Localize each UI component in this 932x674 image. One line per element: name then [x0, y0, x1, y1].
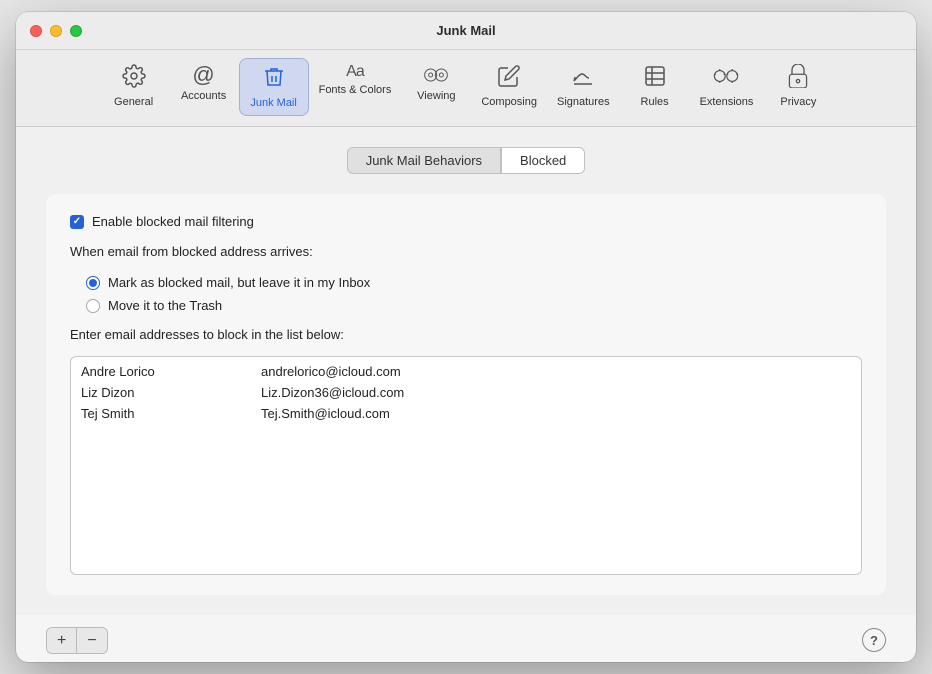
at-icon: @ — [192, 64, 214, 86]
contact-email-1: Liz.Dizon36@icloud.com — [261, 385, 404, 400]
toolbar-item-general[interactable]: General — [99, 58, 169, 116]
toolbar-item-junk-mail-label: Junk Mail — [250, 97, 296, 109]
main-content: Junk Mail Behaviors Blocked Enable block… — [16, 127, 916, 615]
add-remove-controls: + − — [46, 627, 108, 654]
minimize-button[interactable] — [50, 25, 62, 37]
toolbar-item-signatures[interactable]: Signatures — [547, 58, 620, 116]
junk-mail-icon — [262, 65, 286, 93]
enable-filtering-checkbox[interactable] — [70, 215, 84, 229]
toolbar-item-general-label: General — [114, 96, 153, 108]
add-button[interactable]: + — [47, 628, 77, 653]
close-button[interactable] — [30, 25, 42, 37]
toolbar-item-junk-mail[interactable]: Junk Mail — [239, 58, 309, 116]
fonts-icon: Aa — [346, 64, 364, 80]
radio-group: Mark as blocked mail, but leave it in my… — [70, 275, 862, 313]
radio-mark-blocked[interactable] — [86, 276, 100, 290]
toolbar-item-fonts-label: Fonts & Colors — [319, 84, 392, 96]
toolbar-item-privacy[interactable]: Privacy — [763, 58, 833, 116]
enable-filtering-label: Enable blocked mail filtering — [92, 214, 254, 229]
enable-filtering-row: Enable blocked mail filtering — [70, 214, 862, 229]
blocked-section: Enable blocked mail filtering When email… — [46, 194, 886, 595]
when-arrives-label: When email from blocked address arrives: — [70, 243, 862, 261]
tab-blocked[interactable]: Blocked — [501, 147, 585, 174]
toolbar-item-composing[interactable]: Composing — [471, 58, 547, 116]
toolbar-item-composing-label: Composing — [481, 96, 537, 108]
toolbar-item-viewing-label: Viewing — [417, 90, 455, 102]
tab-junk-mail-behaviors[interactable]: Junk Mail Behaviors — [347, 147, 501, 174]
blocked-list[interactable]: Andre Lorico andrelorico@icloud.com Liz … — [70, 356, 862, 575]
main-window: Junk Mail General @ Accounts — [16, 12, 916, 662]
blocked-list-inner: Andre Lorico andrelorico@icloud.com Liz … — [71, 357, 861, 428]
radio-mark-blocked-row: Mark as blocked mail, but leave it in my… — [86, 275, 862, 290]
list-item[interactable]: Liz Dizon Liz.Dizon36@icloud.com — [71, 382, 861, 403]
window-title: Junk Mail — [436, 23, 495, 38]
toolbar-item-privacy-label: Privacy — [780, 96, 816, 108]
toolbar-item-fonts-colors[interactable]: Aa Fonts & Colors — [309, 58, 402, 116]
gear-icon — [122, 64, 146, 92]
radio-move-trash-row: Move it to the Trash — [86, 298, 862, 313]
window-controls — [30, 25, 82, 37]
extensions-icon — [712, 64, 740, 92]
viewing-icon — [424, 64, 448, 86]
privacy-icon — [787, 64, 809, 92]
list-label: Enter email addresses to block in the li… — [70, 327, 862, 342]
signatures-icon — [571, 64, 595, 92]
toolbar-item-rules[interactable]: Rules — [620, 58, 690, 116]
titlebar: Junk Mail — [16, 12, 916, 50]
toolbar-item-accounts-label: Accounts — [181, 90, 226, 102]
contact-name-1: Liz Dizon — [81, 385, 221, 400]
composing-icon — [497, 64, 521, 92]
zoom-button[interactable] — [70, 25, 82, 37]
toolbar-item-viewing[interactable]: Viewing — [401, 58, 471, 116]
rules-icon — [643, 64, 667, 92]
radio-mark-blocked-label: Mark as blocked mail, but leave it in my… — [108, 275, 370, 290]
contact-name-2: Tej Smith — [81, 406, 221, 421]
toolbar: General @ Accounts Junk Mail Aa Fonts & … — [16, 50, 916, 127]
radio-move-trash-label: Move it to the Trash — [108, 298, 222, 313]
contact-email-2: Tej.Smith@icloud.com — [261, 406, 390, 421]
toolbar-item-accounts[interactable]: @ Accounts — [169, 58, 239, 116]
toolbar-item-extensions[interactable]: Extensions — [690, 58, 764, 116]
help-button[interactable]: ? — [862, 628, 886, 652]
list-item[interactable]: Andre Lorico andrelorico@icloud.com — [71, 361, 861, 382]
toolbar-item-extensions-label: Extensions — [700, 96, 754, 108]
tab-bar: Junk Mail Behaviors Blocked — [46, 147, 886, 174]
contact-name-0: Andre Lorico — [81, 364, 221, 379]
contact-email-0: andrelorico@icloud.com — [261, 364, 401, 379]
remove-button[interactable]: − — [77, 628, 106, 653]
bottom-bar: + − ? — [16, 615, 916, 662]
list-item[interactable]: Tej Smith Tej.Smith@icloud.com — [71, 403, 861, 424]
toolbar-item-rules-label: Rules — [641, 96, 669, 108]
radio-move-trash[interactable] — [86, 299, 100, 313]
toolbar-item-signatures-label: Signatures — [557, 96, 610, 108]
